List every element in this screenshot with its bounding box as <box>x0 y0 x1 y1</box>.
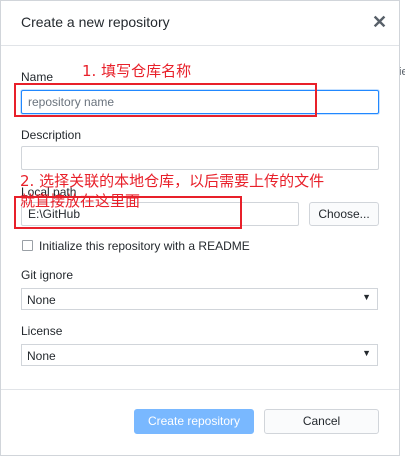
gitignore-selected-value: None <box>27 293 56 307</box>
create-repository-dialog: Create a new repository ✕ Name Descripti… <box>0 0 400 456</box>
dialog-title: Create a new repository <box>21 14 170 30</box>
init-readme-checkbox[interactable] <box>22 240 33 251</box>
gitignore-select[interactable]: None ▼ <box>21 288 378 310</box>
name-label: Name <box>21 70 54 84</box>
repository-name-input[interactable] <box>21 90 379 114</box>
description-input[interactable] <box>21 146 379 170</box>
choose-button[interactable]: Choose... <box>309 202 379 226</box>
chevron-down-icon: ▼ <box>362 292 371 302</box>
dialog-header: Create a new repository ✕ <box>1 1 399 46</box>
license-selected-value: None <box>27 349 56 363</box>
local-path-label: Local path <box>21 185 77 199</box>
local-path-input[interactable] <box>21 202 299 226</box>
cancel-button[interactable]: Cancel <box>264 409 379 434</box>
create-repository-button[interactable]: Create repository <box>134 409 254 434</box>
description-label: Description <box>21 128 82 142</box>
gitignore-label: Git ignore <box>21 268 74 282</box>
license-label: License <box>21 324 63 338</box>
close-icon[interactable]: ✕ <box>372 12 387 32</box>
chevron-down-icon: ▼ <box>362 348 371 358</box>
footer-divider <box>1 389 399 390</box>
init-readme-label[interactable]: Initialize this repository with a README <box>39 239 250 253</box>
license-select[interactable]: None ▼ <box>21 344 378 366</box>
